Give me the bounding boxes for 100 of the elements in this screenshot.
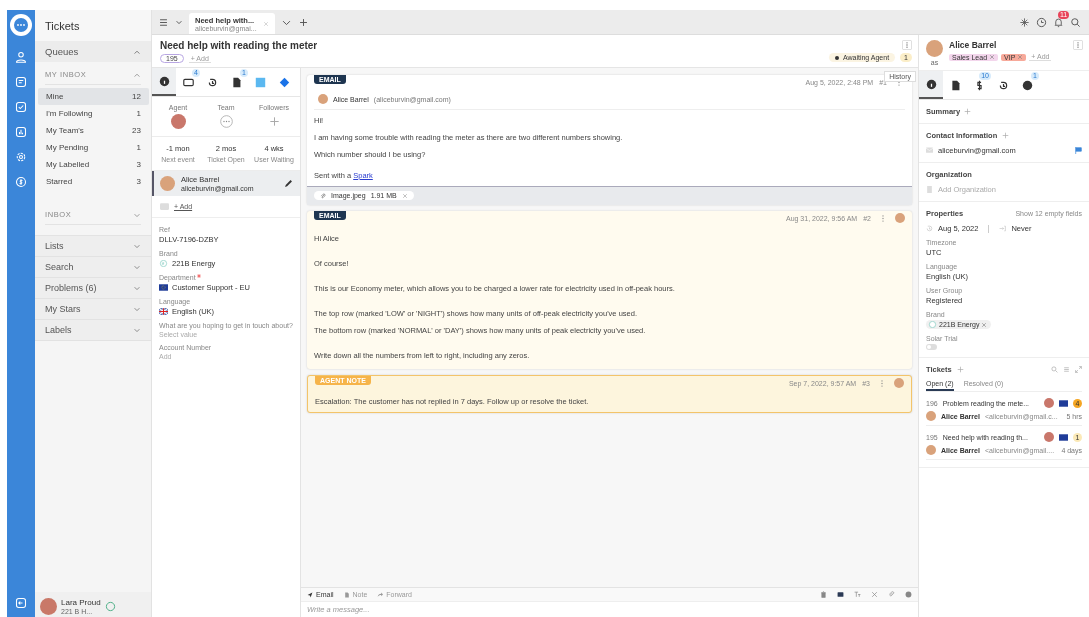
mail-icon [926, 147, 933, 154]
queue-item[interactable]: My Pending 1 [38, 139, 149, 156]
queue-count: 1 [136, 143, 141, 152]
sparkle-icon[interactable] [1019, 16, 1030, 28]
details-tab[interactable] [152, 68, 176, 96]
chat-logo-icon[interactable] [10, 14, 32, 36]
queue-item[interactable]: My Labelled 3 [38, 156, 149, 173]
eu-flag-icon [1059, 433, 1068, 441]
info-icon [925, 78, 937, 90]
section-label: My Stars [45, 304, 81, 314]
chevron-icon[interactable] [175, 18, 183, 26]
scissors-icon[interactable] [871, 591, 878, 598]
queue-item[interactable]: Mine 12 [38, 88, 149, 105]
ticket-title: Need help with reading the meter [160, 40, 318, 51]
report-icon[interactable] [15, 76, 27, 88]
bell-icon[interactable] [1053, 16, 1064, 28]
remove-icon[interactable] [1017, 54, 1024, 60]
globe-icon[interactable] [905, 591, 912, 598]
person-icon[interactable] [15, 51, 27, 63]
queue-count: 12 [132, 92, 141, 101]
note-icon [343, 591, 350, 598]
search-icon[interactable] [1070, 16, 1081, 28]
queue-item[interactable]: Starred 3 [38, 173, 149, 190]
dollar-icon[interactable] [15, 176, 27, 188]
close-icon[interactable] [401, 192, 408, 199]
info-icon [158, 75, 170, 87]
cc-icon [160, 203, 169, 210]
contact-avatar [926, 411, 936, 421]
flag-icon[interactable] [1075, 147, 1082, 154]
more-icon[interactable] [881, 213, 885, 223]
section-label: Search [45, 262, 74, 272]
eu-flag-icon [159, 284, 168, 291]
required-marker-icon [196, 274, 201, 278]
queue-item[interactable]: My Team's 23 [38, 122, 149, 139]
document-icon [949, 79, 961, 91]
status-icon[interactable] [104, 601, 116, 612]
paperclip-icon[interactable] [888, 591, 895, 598]
diamond-icon [278, 76, 290, 88]
more-icon[interactable] [1073, 40, 1083, 50]
agent-avatar [1044, 398, 1054, 408]
queue-label: My Team's [46, 126, 84, 135]
expand-icon[interactable] [1075, 366, 1082, 373]
section-label: Labels [45, 325, 72, 335]
pencil-icon[interactable] [283, 178, 294, 189]
checkbox-icon[interactable] [15, 101, 27, 113]
section-header[interactable]: Lists [35, 236, 151, 257]
eu-flag-icon [1059, 399, 1068, 407]
user-name: Lara Proud [61, 598, 101, 607]
trash-icon[interactable] [820, 591, 827, 598]
chat-bubble-icon[interactable] [218, 114, 234, 129]
building-icon [926, 186, 933, 193]
app-square-icon [254, 76, 266, 88]
text-format-icon[interactable] [854, 591, 861, 598]
history-icon [206, 76, 218, 88]
login-icon [999, 225, 1007, 232]
remove-icon[interactable] [981, 321, 988, 328]
chart-icon[interactable] [15, 126, 27, 138]
queue-count: 23 [132, 126, 141, 135]
section-header[interactable]: Problems (6) [35, 278, 151, 299]
queue-item[interactable]: I'm Following 1 [38, 105, 149, 122]
globe-icon [1021, 79, 1033, 91]
forward-icon [377, 591, 384, 598]
section-label: Problems (6) [45, 283, 97, 293]
ticket-icon [182, 76, 194, 88]
add-icon[interactable] [297, 16, 309, 28]
clock-icon[interactable] [1036, 16, 1047, 28]
queue-count: 3 [136, 177, 141, 186]
queue-count: 3 [136, 160, 141, 169]
history-icon [926, 225, 933, 232]
brand-logo-icon [928, 321, 937, 328]
user-avatar[interactable] [40, 598, 57, 615]
queues-header[interactable]: Queues [45, 46, 79, 57]
close-icon[interactable] [262, 20, 269, 27]
sender-avatar [318, 94, 328, 104]
section-label: Lists [45, 241, 64, 251]
queue-label: Mine [46, 92, 64, 101]
contact-name: Alice Barrel [949, 40, 998, 50]
list-icon[interactable] [158, 16, 169, 28]
remove-icon[interactable] [989, 54, 996, 60]
more-icon[interactable] [880, 378, 884, 388]
history-icon [997, 79, 1009, 91]
section-header[interactable]: My Stars [35, 299, 151, 320]
document-icon [230, 76, 242, 88]
contact-avatar [160, 176, 175, 191]
more-icon[interactable] [902, 40, 912, 50]
send-icon [307, 591, 313, 598]
agent-avatar[interactable] [170, 114, 186, 129]
logout-icon[interactable] [15, 597, 27, 609]
agent-avatar [894, 378, 904, 388]
toggle-switch[interactable] [926, 344, 937, 350]
tag-icon[interactable] [837, 591, 844, 598]
section-header[interactable]: Search [35, 257, 151, 278]
settings-icon[interactable] [15, 151, 27, 163]
section-header[interactable]: Labels [35, 320, 151, 341]
paperclip-icon [320, 192, 326, 199]
contact-avatar [926, 445, 936, 455]
queue-label: I'm Following [46, 109, 93, 118]
queue-count: 1 [136, 109, 141, 118]
queue-label: Starred [46, 177, 73, 186]
contact-tab[interactable] [919, 71, 943, 99]
